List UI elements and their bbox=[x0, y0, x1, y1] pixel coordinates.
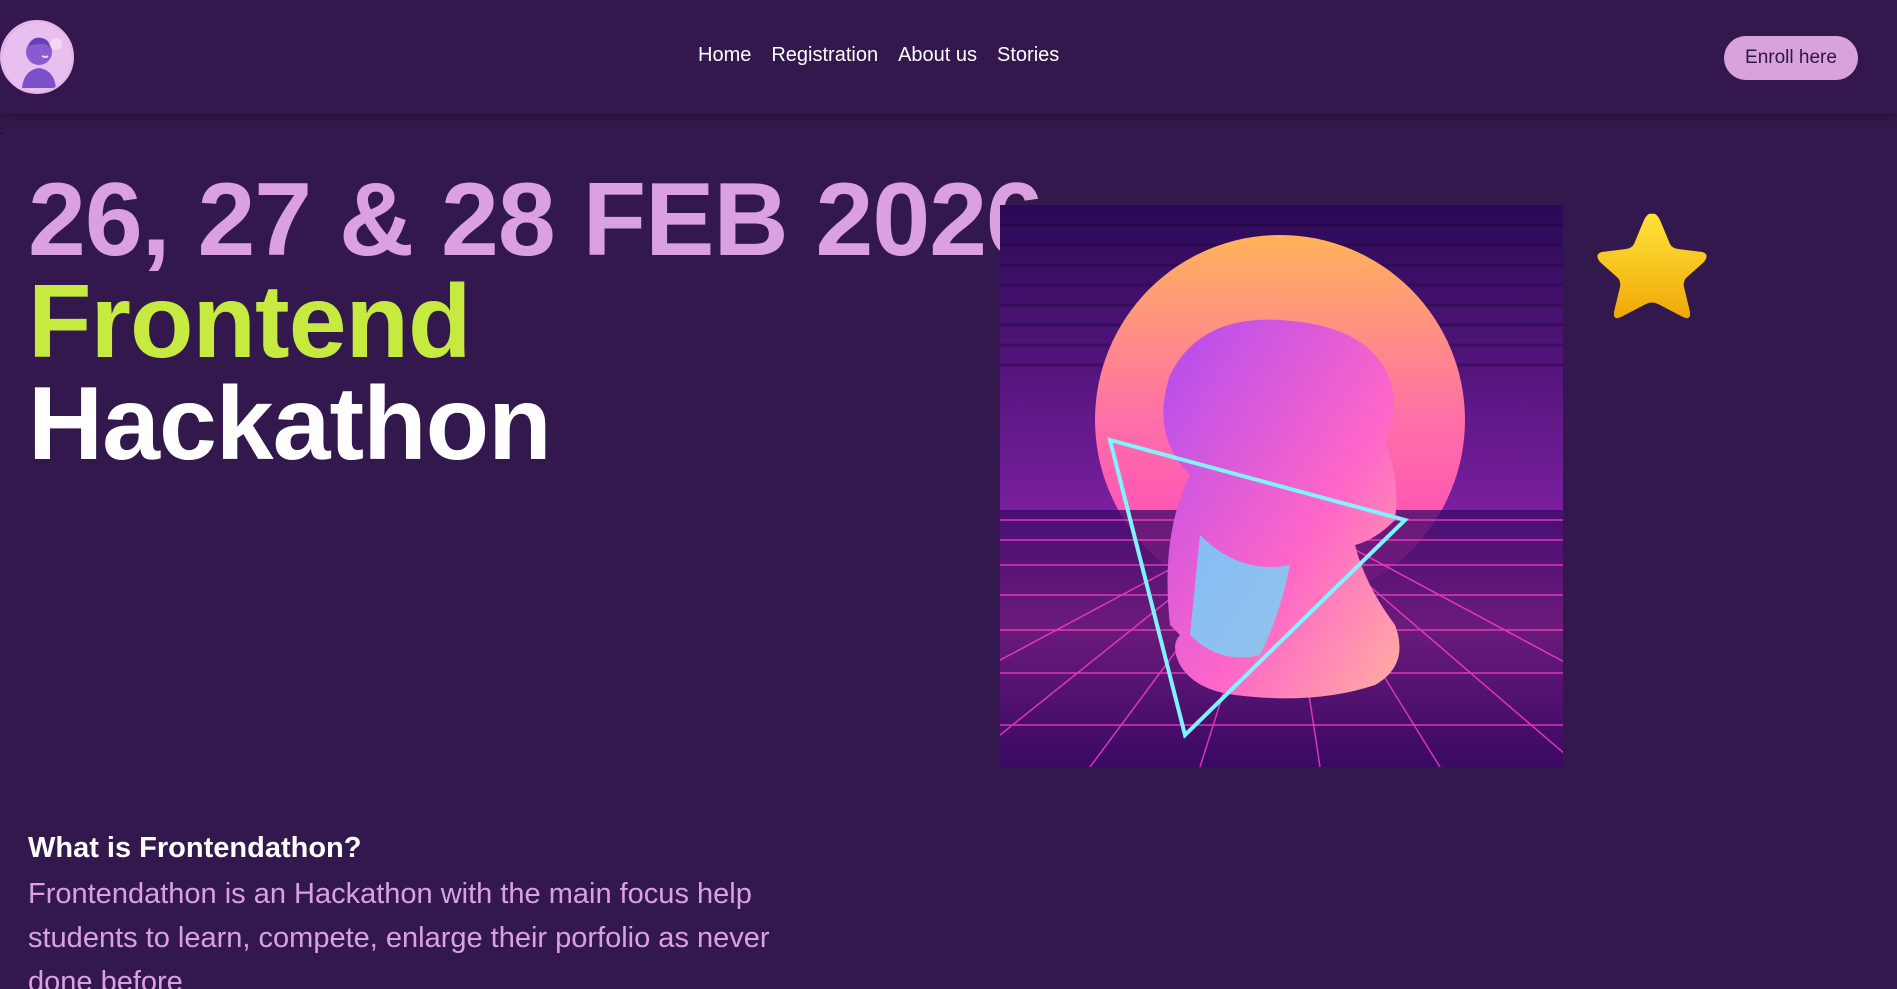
enroll-button[interactable]: Enroll here bbox=[1724, 36, 1858, 80]
star-icon bbox=[1590, 208, 1714, 326]
hero-title-hackathon: Hackathon bbox=[28, 366, 552, 482]
about-title: What is Frontendathon? bbox=[28, 832, 362, 864]
logo-icon[interactable] bbox=[0, 20, 74, 94]
hero-title-frontend: Frontend bbox=[28, 264, 472, 380]
hero-image bbox=[1000, 205, 1563, 767]
nav-link-stories[interactable]: Stories bbox=[997, 44, 1059, 67]
stray-mark: : bbox=[0, 123, 4, 137]
nav-link-registration[interactable]: Registration bbox=[771, 44, 878, 67]
about-description: Frontendathon is an Hackathon with the m… bbox=[28, 878, 770, 989]
nav-link-about-us[interactable]: About us bbox=[898, 44, 977, 67]
hero-date: 26, 27 & 28 FEB 2026 bbox=[28, 162, 1044, 278]
nav-link-home[interactable]: Home bbox=[698, 44, 751, 67]
main-nav: Home Registration About us Stories bbox=[698, 44, 1059, 67]
navbar: Home Registration About us Stories Enrol… bbox=[0, 0, 1897, 114]
